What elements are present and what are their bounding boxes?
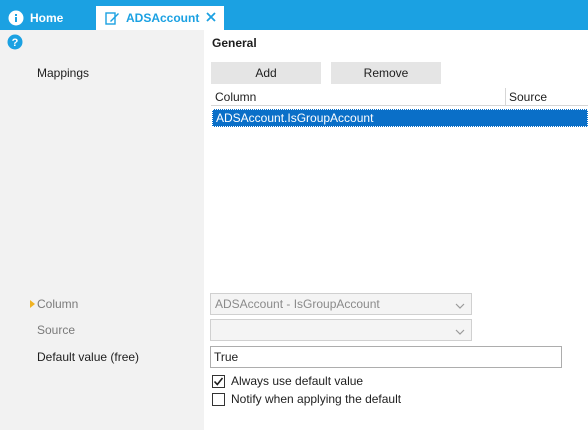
svg-text:?: ? — [12, 37, 19, 49]
chevron-down-icon — [454, 298, 466, 310]
notify-default-row[interactable]: Notify when applying the default — [212, 392, 401, 406]
notify-default-checkbox[interactable] — [212, 392, 225, 406]
section-title: General — [212, 36, 257, 50]
close-icon[interactable] — [204, 10, 218, 24]
edit-document-icon — [104, 10, 120, 26]
notify-default-label: Notify when applying the default — [231, 392, 402, 406]
source-dropdown[interactable] — [210, 319, 472, 341]
tab-adsaccount-label: ADSAccount — [126, 11, 200, 25]
info-icon — [8, 10, 24, 26]
column-header[interactable]: Column — [215, 90, 256, 104]
mappings-label: Mappings — [37, 66, 90, 80]
tab-home-label: Home — [30, 11, 64, 25]
help-icon[interactable]: ? — [7, 34, 23, 50]
table-row[interactable]: ADSAccount.IsGroupAccount — [212, 109, 588, 127]
default-value-input[interactable]: True — [210, 346, 562, 368]
column-dropdown[interactable]: ADSAccount - IsGroupAccount — [210, 293, 472, 315]
source-label: Source — [37, 323, 76, 337]
default-value-label: Default value (free) — [37, 350, 140, 364]
column-label: Column — [37, 297, 79, 311]
add-button[interactable]: Add — [211, 62, 321, 84]
left-pane — [0, 30, 204, 430]
always-use-default-checkbox[interactable] — [212, 374, 225, 388]
tab-bar: Home ADSAccount — [0, 0, 588, 30]
always-use-default-row[interactable]: Always use default value — [212, 374, 363, 388]
column-dropdown-value: ADSAccount - IsGroupAccount — [215, 297, 380, 311]
current-row-indicator-icon — [30, 300, 35, 308]
source-header[interactable]: Source — [509, 90, 547, 104]
tab-adsaccount[interactable]: ADSAccount — [96, 6, 224, 30]
tab-home[interactable]: Home — [0, 6, 96, 30]
table-cell-column: ADSAccount.IsGroupAccount — [216, 111, 374, 125]
always-use-default-label: Always use default value — [231, 374, 364, 388]
remove-button[interactable]: Remove — [331, 62, 441, 84]
column-divider[interactable] — [505, 88, 506, 106]
chevron-down-icon — [454, 324, 466, 336]
mappings-grid-header: Column Source — [211, 88, 588, 106]
